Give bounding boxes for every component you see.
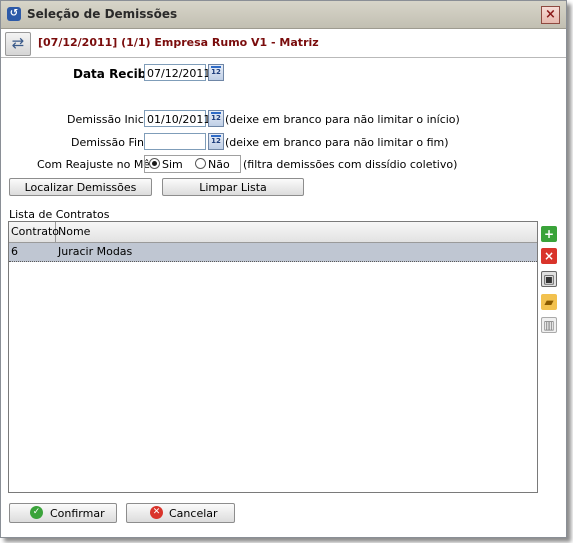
- demissao-final-calendar-icon[interactable]: 12: [208, 133, 224, 150]
- confirmar-button[interactable]: ✓ Confirmar: [9, 503, 117, 523]
- save-icon[interactable]: ▣: [541, 271, 557, 287]
- contracts-table[interactable]: Contrato Nome 6 Juracir Modas: [8, 221, 538, 493]
- data-recibo-calendar-icon[interactable]: 12: [208, 64, 224, 81]
- reajuste-nao-label: Não: [208, 158, 230, 171]
- cell-nome: Juracir Modas: [58, 245, 133, 258]
- app-icon: ↺: [7, 7, 21, 21]
- table-header: Contrato Nome: [9, 222, 537, 243]
- demissao-inicial-field[interactable]: 01/10/2011: [144, 110, 210, 127]
- title-bar: ↺ Seleção de Demissões ×: [1, 1, 566, 29]
- check-icon: ✓: [30, 506, 43, 519]
- demissao-final-hint: (deixe em branco para não limitar o fim): [225, 136, 449, 149]
- demissao-inicial-calendar-icon[interactable]: 12: [208, 110, 224, 127]
- selecao-demissoes-window: ↺ Seleção de Demissões × ⇄ [07/12/2011] …: [0, 0, 567, 538]
- lista-contratos-label: Lista de Contratos: [9, 208, 110, 221]
- close-button[interactable]: ×: [541, 6, 560, 24]
- column-header-nome[interactable]: Nome: [56, 222, 537, 242]
- data-recibo-label: Data Recibo: [73, 67, 155, 81]
- reajuste-hint: (filtra demissões com dissídio coletivo): [243, 158, 458, 171]
- table-row[interactable]: 6 Juracir Modas: [9, 243, 537, 262]
- demissao-final-label: Demissão Final: [71, 136, 154, 149]
- cancelar-button[interactable]: ✕ Cancelar: [126, 503, 235, 523]
- add-icon[interactable]: +: [541, 226, 557, 242]
- data-recibo-field[interactable]: 07/12/2011: [144, 64, 210, 81]
- trash-icon[interactable]: ▥: [541, 317, 557, 333]
- column-header-contrato[interactable]: Contrato: [9, 222, 59, 242]
- cell-contrato: 6: [11, 245, 18, 258]
- reajuste-sim-radio[interactable]: [149, 158, 160, 169]
- reajuste-label: Com Reajuste no Mês: [37, 158, 156, 171]
- open-folder-icon[interactable]: ▰: [541, 294, 557, 310]
- cancel-icon: ✕: [150, 506, 163, 519]
- delete-icon[interactable]: ×: [541, 248, 557, 264]
- reajuste-nao-radio[interactable]: [195, 158, 206, 169]
- swap-company-button[interactable]: ⇄: [5, 32, 31, 56]
- confirmar-label: Confirmar: [50, 507, 105, 520]
- company-header-text: [07/12/2011] (1/1) Empresa Rumo V1 - Mat…: [38, 36, 319, 49]
- limpar-lista-button[interactable]: Limpar Lista: [162, 178, 304, 196]
- cancelar-label: Cancelar: [169, 507, 218, 520]
- localizar-demissoes-button[interactable]: Localizar Demissões: [9, 178, 152, 196]
- reajuste-radio-group: Sim Não: [144, 155, 241, 173]
- demissao-inicial-hint: (deixe em branco para não limitar o iníc…: [225, 113, 460, 126]
- company-header: ⇄ [07/12/2011] (1/1) Empresa Rumo V1 - M…: [1, 29, 566, 58]
- window-title: Seleção de Demissões: [27, 7, 178, 21]
- demissao-final-field[interactable]: [144, 133, 206, 150]
- reajuste-sim-label: Sim: [162, 158, 183, 171]
